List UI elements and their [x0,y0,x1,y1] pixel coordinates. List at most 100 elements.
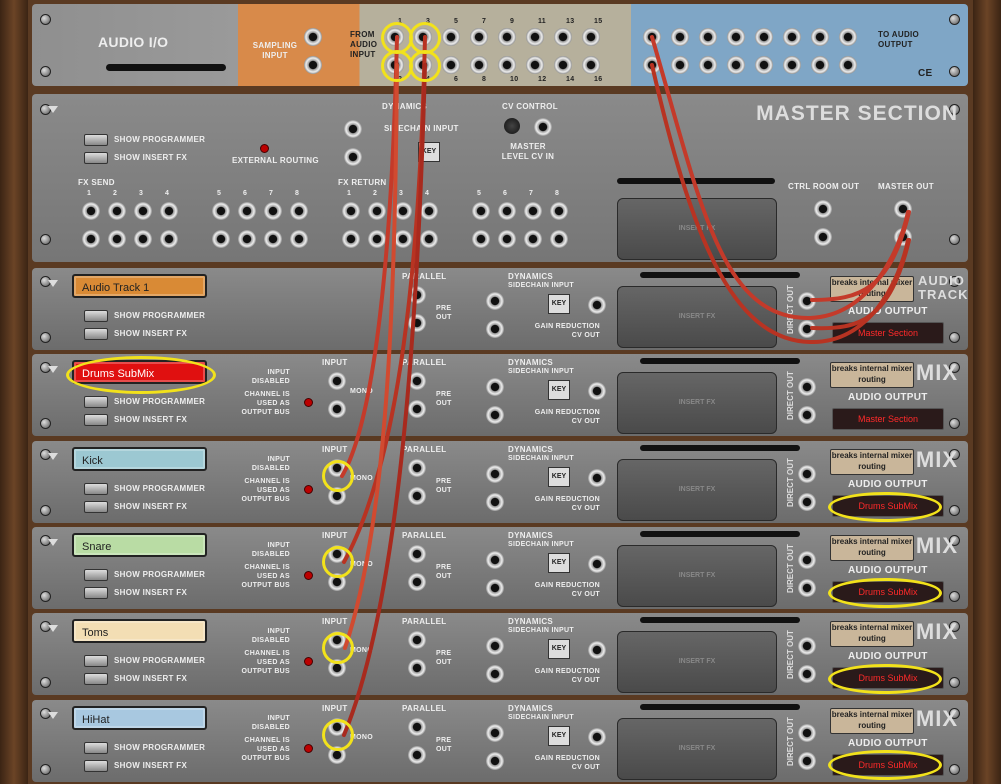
key-button[interactable]: KEY [548,726,570,746]
audio-output-jack-12[interactable] [783,56,801,74]
audio-input-jack-16[interactable] [582,56,600,74]
channel-collapse-triangle[interactable] [48,366,58,373]
fx-send-8-r-jack[interactable] [290,230,308,248]
audio-input-jack-12[interactable] [526,56,544,74]
audio-output-jack-9[interactable] [755,28,773,46]
parallel-r-jack[interactable] [408,314,426,332]
master-show-insert-fx-button[interactable] [84,152,108,164]
show-programmer-button[interactable] [84,396,108,408]
sampling-input-l-jack[interactable] [304,28,322,46]
channel-name-field[interactable]: HiHat [72,706,207,730]
master-show-programmer-button[interactable] [84,134,108,146]
key-button[interactable]: KEY [548,639,570,659]
input-l-jack[interactable] [328,545,346,563]
gain-reduction-jack[interactable] [588,728,606,746]
input-r-jack[interactable] [328,573,346,591]
fx-return-4-r-jack[interactable] [420,230,438,248]
input-r-jack[interactable] [328,400,346,418]
channel-name-field[interactable]: Drums SubMix [72,360,207,384]
audio-input-jack-5[interactable] [442,28,460,46]
input-l-jack[interactable] [328,718,346,736]
sidechain-l-jack[interactable] [486,378,504,396]
audio-output-jack-7[interactable] [727,28,745,46]
parallel-l-jack[interactable] [408,718,426,736]
audio-input-jack-15[interactable] [582,28,600,46]
audio-input-jack-1[interactable] [386,28,404,46]
fx-send-6-r-jack[interactable] [238,230,256,248]
direct-out-l-jack[interactable] [798,292,816,310]
direct-out-l-jack[interactable] [798,465,816,483]
audio-output-jack-3[interactable] [671,28,689,46]
audio-output-jack-13[interactable] [811,28,829,46]
fx-send-3-r-jack[interactable] [134,230,152,248]
sidechain-r-jack[interactable] [486,665,504,683]
audio-input-jack-4[interactable] [414,56,432,74]
fx-send-3-l-jack[interactable] [134,202,152,220]
input-r-jack[interactable] [328,487,346,505]
audio-output-selector[interactable]: Drums SubMix [832,754,944,776]
channel-collapse-triangle[interactable] [48,280,58,287]
audio-output-jack-4[interactable] [671,56,689,74]
fx-return-1-l-jack[interactable] [342,202,360,220]
audio-input-jack-9[interactable] [498,28,516,46]
insert-fx-panel[interactable]: INSERT FX [617,459,777,521]
sampling-input-r-jack[interactable] [304,56,322,74]
fx-return-6-l-jack[interactable] [498,202,516,220]
audio-input-jack-14[interactable] [554,56,572,74]
show-programmer-button[interactable] [84,655,108,667]
channel-name-field[interactable]: Toms [72,619,207,643]
ctrl-room-out-r-jack[interactable] [814,228,832,246]
gain-reduction-jack[interactable] [588,296,606,314]
sidechain-r-jack[interactable] [486,406,504,424]
sidechain-r-jack[interactable] [486,320,504,338]
fx-return-4-l-jack[interactable] [420,202,438,220]
fx-send-5-r-jack[interactable] [212,230,230,248]
parallel-r-jack[interactable] [408,400,426,418]
channel-name-field[interactable]: Audio Track 1 [72,274,207,298]
gain-reduction-jack[interactable] [588,555,606,573]
channel-name-field[interactable]: Kick [72,447,207,471]
fx-return-3-r-jack[interactable] [394,230,412,248]
key-button[interactable]: KEY [548,294,570,314]
input-l-jack[interactable] [328,631,346,649]
master-insert-fx-panel[interactable]: INSERT FX [617,198,777,260]
parallel-r-jack[interactable] [408,487,426,505]
show-programmer-button[interactable] [84,483,108,495]
channel-collapse-triangle[interactable] [48,539,58,546]
insert-fx-panel[interactable]: INSERT FX [617,286,777,348]
master-sidechain-r-jack[interactable] [344,148,362,166]
direct-out-r-jack[interactable] [798,320,816,338]
audio-input-jack-6[interactable] [442,56,460,74]
fx-send-7-l-jack[interactable] [264,202,282,220]
show-insert-fx-button[interactable] [84,414,108,426]
sidechain-l-jack[interactable] [486,465,504,483]
fx-send-6-l-jack[interactable] [238,202,256,220]
fx-send-5-l-jack[interactable] [212,202,230,220]
sidechain-l-jack[interactable] [486,551,504,569]
insert-fx-panel[interactable]: INSERT FX [617,718,777,780]
fx-send-2-r-jack[interactable] [108,230,126,248]
input-l-jack[interactable] [328,459,346,477]
fx-return-7-r-jack[interactable] [524,230,542,248]
fx-send-8-l-jack[interactable] [290,202,308,220]
key-button[interactable]: KEY [548,553,570,573]
audio-input-jack-13[interactable] [554,28,572,46]
fx-return-3-l-jack[interactable] [394,202,412,220]
show-programmer-button[interactable] [84,742,108,754]
show-insert-fx-button[interactable] [84,760,108,772]
fx-send-4-l-jack[interactable] [160,202,178,220]
audio-output-jack-16[interactable] [839,56,857,74]
parallel-r-jack[interactable] [408,573,426,591]
audio-input-jack-8[interactable] [470,56,488,74]
key-button[interactable]: KEY [548,467,570,487]
audio-input-jack-7[interactable] [470,28,488,46]
fx-send-4-r-jack[interactable] [160,230,178,248]
channel-collapse-triangle[interactable] [48,453,58,460]
direct-out-r-jack[interactable] [798,579,816,597]
audio-output-jack-2[interactable] [643,56,661,74]
show-programmer-button[interactable] [84,310,108,322]
audio-input-jack-3[interactable] [414,28,432,46]
master-level-cv-jack[interactable] [534,118,552,136]
audio-output-jack-1[interactable] [643,28,661,46]
show-insert-fx-button[interactable] [84,673,108,685]
